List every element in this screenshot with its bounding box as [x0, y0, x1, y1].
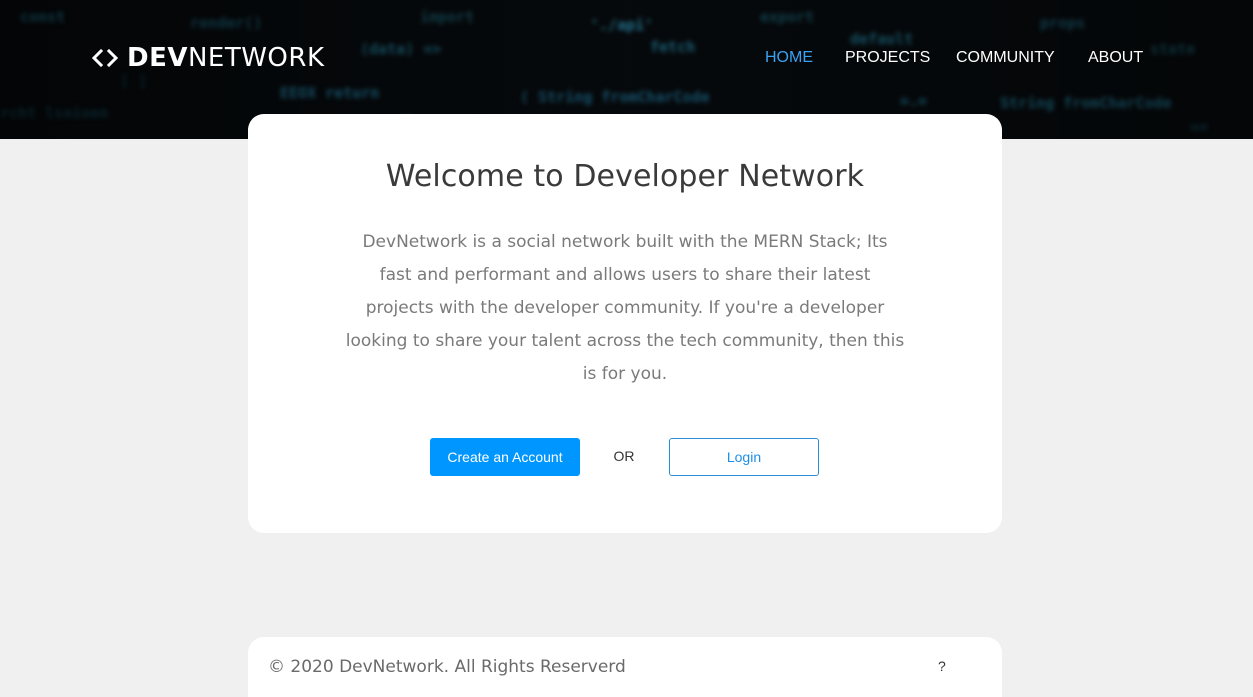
help-button[interactable]: ?: [938, 658, 946, 674]
brand-name-bold: DEV: [127, 43, 188, 73]
or-separator: OR: [613, 448, 635, 464]
nav-link-community[interactable]: COMMUNITY: [956, 49, 1055, 67]
create-account-button[interactable]: Create an Account: [430, 438, 580, 476]
welcome-title: Welcome to Developer Network: [385, 159, 865, 194]
brand-name-light: NETWORK: [187, 43, 325, 73]
code-brackets-icon: [92, 48, 118, 68]
copyright-text: © 2020 DevNetwork. All Rights Reserverd: [268, 657, 626, 677]
footer-card: © 2020 DevNetwork. All Rights Reserverd …: [248, 637, 1002, 697]
nav-link-home[interactable]: HOME: [765, 49, 813, 67]
welcome-card: Welcome to Developer Network DevNetwork …: [248, 114, 1002, 533]
welcome-description: DevNetwork is a social network built wit…: [345, 232, 905, 384]
nav-link-projects[interactable]: PROJECTS: [845, 49, 930, 67]
login-button[interactable]: Login: [669, 438, 819, 476]
nav-link-about[interactable]: ABOUT: [1088, 49, 1143, 67]
brand-logo[interactable]: DEV NETWORK: [92, 43, 325, 73]
